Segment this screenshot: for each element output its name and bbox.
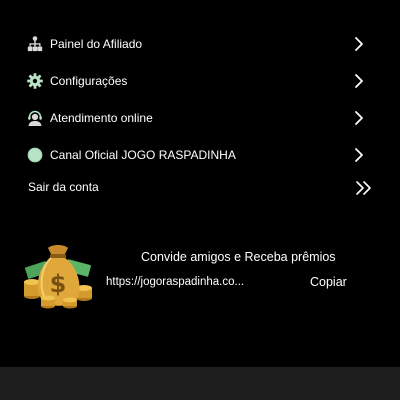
bottom-bar [0,367,400,400]
channel-icon [26,146,44,164]
svg-text:$: $ [50,270,67,298]
menu-item-online-support[interactable]: Atendimento online [0,100,400,136]
invite-friends-card: $ Convide amigos e Receba prêmios https:… [0,228,400,310]
money-bag-icon: $ [20,234,96,310]
chevron-right-icon [352,146,366,164]
support-agent-icon [26,109,44,127]
logout-button[interactable]: Sair da conta [0,170,400,206]
menu-item-settings[interactable]: Configurações [0,63,400,99]
menu-item-label: Atendimento online [50,111,153,125]
account-menu-screen: Painel do Afiliado Configurações Atendim… [0,0,400,400]
menu-item-label: Configurações [50,74,128,88]
menu-item-official-channel[interactable]: Canal Oficial JOGO RASPADINHA [0,137,400,173]
referral-link: https://jogoraspadinha.co... [106,276,245,288]
chevron-right-icon [352,109,366,127]
menu-item-affiliate-panel[interactable]: Painel do Afiliado [0,26,400,62]
double-chevron-right-icon [354,179,374,197]
chevron-right-icon [352,35,366,53]
menu-item-label: Canal Oficial JOGO RASPADINHA [50,148,236,162]
affiliate-network-icon [26,35,44,53]
copy-link-button[interactable]: Copiar [310,275,347,289]
logout-label: Sair da conta [28,180,99,194]
menu-item-label: Painel do Afiliado [50,37,143,51]
invite-title: Convide amigos e Receba prêmios [141,250,336,264]
chevron-right-icon [352,72,366,90]
gear-icon [26,72,44,90]
